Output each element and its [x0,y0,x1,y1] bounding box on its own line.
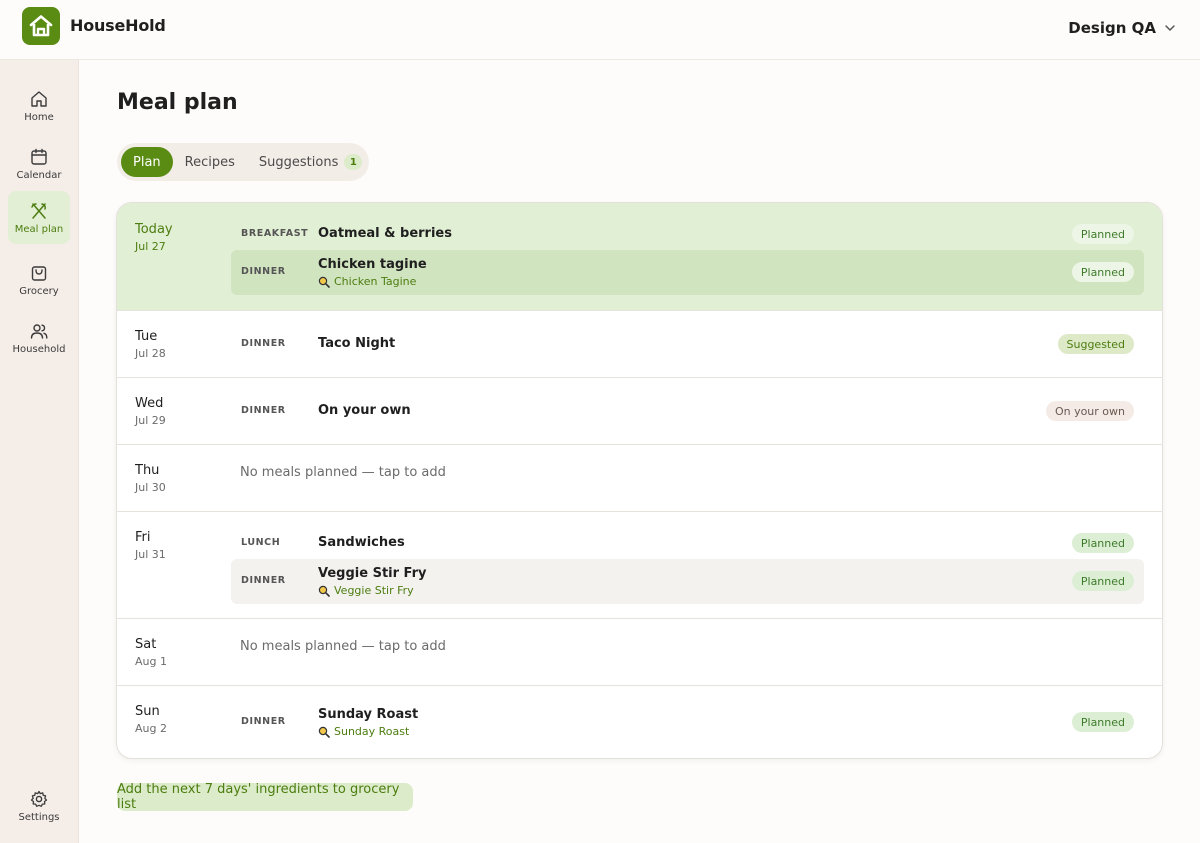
meal-entry[interactable]: DINNER Chicken tagine Chicken Tagine Pla… [231,250,1144,295]
view-tabs: Plan Recipes Suggestions 1 [117,143,369,181]
add-meal-prompt[interactable]: No meals planned — tap to add [240,639,446,654]
app-name: HouseHold [70,16,166,35]
status-badge: Suggested [1057,334,1134,354]
meal-entry[interactable]: DINNER Veggie Stir Fry Veggie Stir Fry P… [231,559,1144,604]
status-badge: Planned [1071,262,1134,282]
recipe-name: Sunday Roast [334,725,410,738]
meal-type: DINNER [241,338,286,349]
sidebar-item-label: Household [12,344,66,355]
status-badge: Planned [1071,571,1134,591]
status-badge: Planned [1071,533,1134,553]
tab-plan[interactable]: Plan [121,147,173,177]
sidebar-item-calendar[interactable]: Calendar [8,138,70,190]
day-name: Sat [135,637,157,652]
tab-recipes[interactable]: Recipes [173,147,247,177]
recipe-link[interactable]: Sunday Roast [318,725,409,738]
day-name: Wed [135,396,164,411]
top-bar: HouseHold Design QA [0,0,1200,60]
day-date: Aug 1 [135,655,167,668]
sidebar-item-label: Calendar [16,170,62,181]
sidebar-item-label: Grocery [19,286,59,297]
meal-plan-list: Today Jul 27 BREAKFAST Oatmeal & berries… [116,202,1163,759]
meal-entry[interactable]: DINNER On your own On your own [231,389,1144,434]
sidebar-item-label: Settings [18,812,60,823]
status-badge: On your own [1045,401,1134,421]
sidebar-item-label: Meal plan [14,223,64,235]
meal-name: Sandwiches [318,535,405,550]
users-icon [30,324,48,339]
day-date: Jul 27 [135,240,166,253]
day-date: Jul 30 [135,481,166,494]
meal-type: LUNCH [241,537,281,548]
recipe-search-icon [318,726,330,738]
day-name: Thu [135,463,160,478]
day-row-sat[interactable]: Sat Aug 1 No meals planned — tap to add [117,619,1162,686]
shopping-bag-icon [31,266,47,281]
meal-name: Veggie Stir Fry [318,566,427,581]
day-name: Today [135,222,173,237]
tab-suggestions[interactable]: Suggestions 1 [247,147,374,177]
day-date: Aug 2 [135,722,167,735]
tab-suggestions-label: Suggestions [258,154,339,170]
account-name: Design QA [1068,19,1156,37]
sidebar-item-label: Home [24,112,54,123]
recipe-search-icon [318,585,330,597]
recipe-search-icon [318,276,330,288]
calendar-icon [31,148,47,165]
house-logo-icon[interactable] [22,7,60,45]
meal-name: Oatmeal & berries [318,226,452,241]
day-row-fri: Fri Jul 31 LUNCH Sandwiches Planned DINN… [117,512,1162,619]
add-meal-prompt[interactable]: No meals planned — tap to add [240,465,446,480]
day-name: Sun [135,704,160,719]
meal-name: On your own [318,403,411,418]
day-date: Jul 28 [135,347,166,360]
day-date: Jul 29 [135,414,166,427]
day-date: Jul 31 [135,548,166,561]
meal-type: DINNER [241,575,286,586]
day-row-tue: Tue Jul 28 DINNER Taco Night Suggested [117,311,1162,378]
recipe-name: Chicken Tagine [334,275,417,288]
meal-type: DINNER [241,266,286,277]
meal-type: BREAKFAST [241,228,309,239]
meal-name: Chicken tagine [318,257,427,272]
utensils-icon [31,202,46,219]
status-badge: Planned [1071,224,1134,244]
chevron-down-icon [1165,25,1175,32]
status-badge: Planned [1071,712,1134,732]
meal-type: DINNER [241,716,286,727]
sidebar: Home Calendar Meal plan Grocery Househol… [0,60,79,843]
day-row-sun: Sun Aug 2 DINNER Sunday Roast Sunday Roa… [117,686,1162,758]
meal-entry[interactable]: DINNER Taco Night Suggested [231,322,1144,367]
sidebar-item-grocery[interactable]: Grocery [8,254,70,306]
day-name: Fri [135,530,151,545]
page-title: Meal plan [117,90,238,115]
recipe-link[interactable]: Veggie Stir Fry [318,584,414,597]
sidebar-item-household[interactable]: Household [8,312,70,364]
account-menu[interactable]: Design QA [1068,19,1176,37]
meal-type: DINNER [241,405,286,416]
recipe-name: Veggie Stir Fry [334,584,414,597]
meal-entry[interactable]: DINNER Sunday Roast Sunday Roast Planned [231,700,1144,745]
meal-name: Sunday Roast [318,707,419,722]
day-row-thu[interactable]: Thu Jul 30 No meals planned — tap to add [117,445,1162,512]
sidebar-item-home[interactable]: Home [8,80,70,132]
suggestions-count-badge: 1 [344,154,363,170]
gear-icon [30,790,48,807]
sidebar-item-meal-plan[interactable]: Meal plan [8,191,70,244]
add-to-grocery-button[interactable]: Add the next 7 days' ingredients to groc… [117,782,413,812]
home-icon [31,91,47,107]
day-name: Tue [135,329,158,344]
meal-name: Taco Night [318,336,396,351]
recipe-link[interactable]: Chicken Tagine [318,275,416,288]
day-row-today: Today Jul 27 BREAKFAST Oatmeal & berries… [117,203,1162,311]
sidebar-item-settings[interactable]: Settings [8,780,70,832]
day-row-wed: Wed Jul 29 DINNER On your own On your ow… [117,378,1162,445]
